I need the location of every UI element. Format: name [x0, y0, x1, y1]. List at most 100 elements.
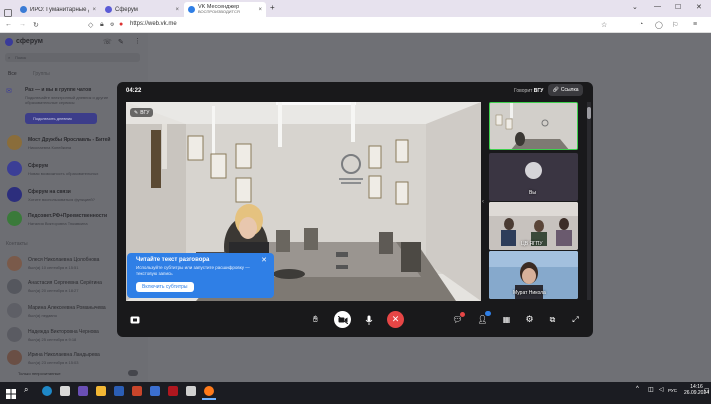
search-icon[interactable]: ⌕: [24, 385, 34, 395]
contact-name[interactable]: Марина Алексеевна Романычева: [28, 305, 106, 311]
contact-status: был(а) 10 сентября в 15:51: [28, 265, 79, 270]
chat-preview: Наталия Викторовна Тюкавкина: [28, 221, 88, 226]
grid-icon: ▦: [502, 315, 511, 324]
chat-title[interactable]: Мост Дружбы Ярославль - Битей: [28, 137, 111, 143]
tabs-overflow-icon[interactable]: ⌄: [632, 3, 638, 11]
more-icon[interactable]: ⋮: [134, 37, 141, 45]
raise-hand-button[interactable]: ✋︎: [307, 311, 324, 328]
participants-button[interactable]: 👤︎: [474, 311, 491, 328]
close-icon[interactable]: ×: [92, 7, 96, 13]
powerpoint-icon[interactable]: [132, 386, 142, 396]
vk-favicon-icon: [188, 6, 195, 13]
window-close-icon[interactable]: ✕: [696, 3, 702, 11]
contact-status: был(а) недавно: [28, 313, 57, 318]
contact-status: был(а) 25 сентября в 9:18: [28, 337, 77, 342]
notifications-icon[interactable]: ▢: [704, 387, 710, 394]
firefox-icon[interactable]: [204, 386, 214, 396]
tile-label: ЦВ ЯГПУ: [521, 241, 543, 247]
mic-indicator-icon[interactable]: ●: [119, 21, 123, 28]
menu-icon[interactable]: ≡: [693, 21, 697, 28]
scrollbar-thumb[interactable]: [587, 107, 591, 119]
maximize-icon[interactable]: ☐: [675, 3, 681, 11]
participant-tile[interactable]: Мурат Никола: [489, 251, 578, 299]
contacts-header: Контакты: [6, 241, 28, 247]
bookmark-star-icon[interactable]: ☆: [601, 21, 607, 29]
extensions-icon[interactable]: ⚐: [672, 21, 678, 29]
tab-iro[interactable]: ИРО: Гуманитарные дисциплины ×: [16, 2, 100, 17]
fullscreen-button[interactable]: ⤢: [567, 311, 584, 328]
excel-icon[interactable]: [186, 386, 196, 396]
toggle-switch[interactable]: [128, 370, 138, 376]
collapse-tiles-icon[interactable]: ‹: [482, 199, 484, 205]
windows-start-icon[interactable]: [6, 386, 16, 399]
pocket-icon[interactable]: ◔: [639, 21, 643, 28]
chat-title[interactable]: Педсовет.РФ+Преемственности: [28, 213, 107, 219]
photos-icon[interactable]: [60, 386, 70, 396]
speaking-name: ВГУ: [533, 88, 544, 94]
browser-tab-bar: ИРО: Гуманитарные дисциплины × Сферум × …: [0, 0, 711, 17]
app-icon[interactable]: [150, 386, 160, 396]
tab-sferum[interactable]: Сферум ×: [101, 2, 183, 17]
close-icon[interactable]: ×: [258, 7, 262, 13]
edge-icon[interactable]: [42, 386, 52, 396]
popup-title: Читайте текст разговора: [136, 257, 210, 263]
permissions-icon[interactable]: ⚙︎: [110, 22, 114, 28]
camera-toggle-button[interactable]: [334, 311, 351, 328]
new-call-icon[interactable]: ☏: [103, 38, 112, 46]
minimize-icon[interactable]: —: [654, 3, 661, 10]
network-icon[interactable]: ◫: [648, 386, 654, 393]
tab-list-icon[interactable]: [4, 4, 12, 17]
layout-button[interactable]: ▦: [498, 311, 515, 328]
explorer-icon[interactable]: [96, 386, 106, 396]
participant-tile[interactable]: ЦВ ЯГПУ: [489, 202, 578, 250]
chat-preview: Николаевна Копейкина: [28, 145, 72, 150]
search-input[interactable]: ⌕ Поиск: [5, 53, 140, 62]
filter-groups-tab[interactable]: Группы: [33, 71, 50, 77]
chat-badge: [460, 312, 465, 317]
word-icon[interactable]: [114, 386, 124, 396]
filter-all-tab[interactable]: Все: [8, 71, 17, 77]
end-call-button[interactable]: ✕: [387, 311, 404, 328]
lock-icon[interactable]: 🔒︎: [100, 21, 104, 29]
chat-title[interactable]: Сферум на связи: [28, 189, 71, 195]
contact-name[interactable]: Ирина Николаевна Ландырева: [28, 352, 100, 358]
microphone-button[interactable]: [360, 311, 377, 328]
settings-button[interactable]: ⚙︎: [521, 311, 538, 328]
avatar: [7, 350, 22, 365]
forward-icon[interactable]: →: [19, 21, 26, 28]
tab-vk-messenger[interactable]: VK Мессенджер ВОСПРОИЗВОДИТСЯ ×: [184, 2, 266, 17]
avatar: [7, 303, 22, 318]
enable-subtitles-button[interactable]: Включить субтитры: [136, 282, 194, 292]
contact-name[interactable]: Надежда Викторовна Чернова: [28, 329, 99, 335]
close-icon[interactable]: ×: [175, 7, 179, 13]
contact-name[interactable]: Анастасия Сергеевна Серёгина: [28, 280, 102, 286]
minimize-call-button[interactable]: ⧉: [544, 311, 561, 328]
copy-link-button[interactable]: 🔗︎ Ссылка: [548, 84, 583, 96]
back-icon[interactable]: ←: [5, 21, 12, 28]
contact-name[interactable]: Олеся Николаевна Цолобнова: [28, 257, 99, 263]
new-tab-button[interactable]: +: [270, 3, 275, 12]
acrobat-icon[interactable]: [168, 386, 178, 396]
tiles-scrollbar[interactable]: [587, 102, 591, 300]
close-icon[interactable]: ✕: [261, 256, 267, 264]
chat-button[interactable]: 💬︎: [449, 311, 466, 328]
url-bar[interactable]: https://web.vk.me: [130, 21, 177, 27]
unread-only-toggle-label[interactable]: Только непрочитанные: [18, 371, 61, 376]
shield-icon[interactable]: ◇: [88, 21, 93, 29]
brand-label: сферум: [16, 38, 43, 45]
sferum-favicon-icon: [105, 6, 112, 13]
screen-share-button[interactable]: [126, 311, 143, 328]
volume-icon[interactable]: ◁: [659, 386, 664, 393]
mail-icon[interactable]: [78, 386, 88, 396]
reload-icon[interactable]: ↻: [33, 21, 39, 29]
microphone-icon: [365, 315, 372, 325]
account-icon[interactable]: ◯: [655, 21, 663, 29]
chat-title[interactable]: Сферум: [28, 163, 48, 169]
participants-badge: [485, 311, 491, 316]
compose-icon[interactable]: ✎: [118, 38, 124, 46]
promo-connect-button[interactable]: Подключить дневник: [25, 113, 97, 124]
language-indicator[interactable]: РУС: [668, 388, 677, 393]
participant-tile-active[interactable]: [489, 102, 578, 150]
participant-tile-self[interactable]: Вы: [489, 153, 578, 201]
tray-chevron-icon[interactable]: ^: [636, 386, 639, 392]
